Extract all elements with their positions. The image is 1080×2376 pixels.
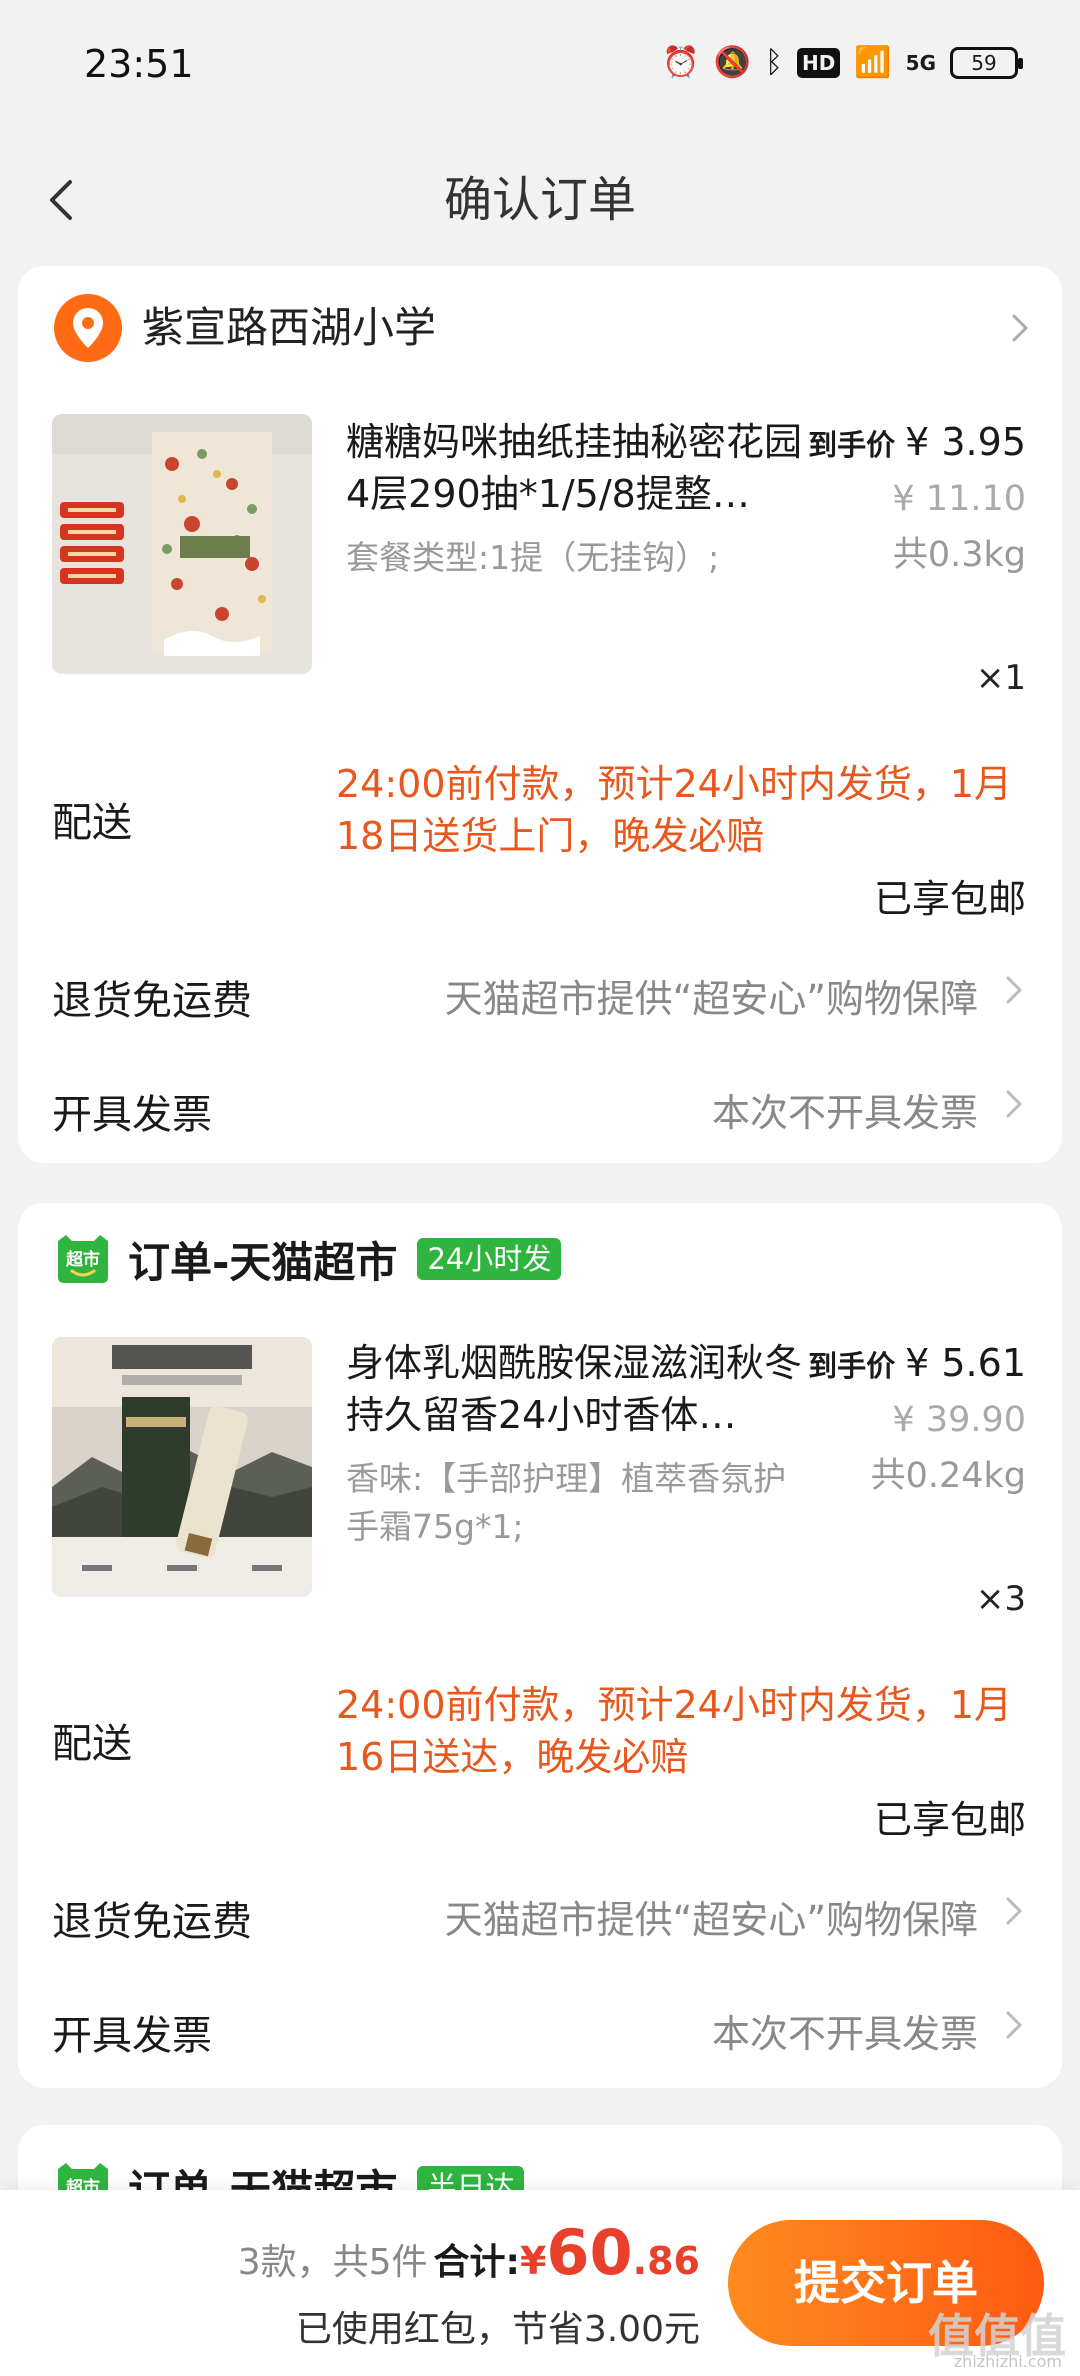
chevron-right-icon[interactable] bbox=[996, 972, 1032, 1008]
chevron-left-icon bbox=[50, 180, 72, 220]
status-icons: ⏰ 🔕 ᛒ HD 📶 5G 59 bbox=[662, 40, 1023, 86]
product-title[interactable]: 身体乳烟酰胺保湿滋润秋冬持久留香24小时香体… bbox=[346, 1337, 806, 1441]
final-price: ¥ 3.95 bbox=[905, 420, 1026, 464]
supermarket-icon-text: 超市 bbox=[66, 1249, 100, 1270]
checkout-bar: 3款，共5件 合计: ¥ 60 .86 已使用红包，节省3.00元 提交订单 bbox=[0, 2190, 1080, 2376]
discount-note: 已使用红包，节省3.00元 bbox=[295, 2309, 700, 2350]
watermark-url: zhizhizhi.com bbox=[953, 2352, 1062, 2371]
chevron-right-icon bbox=[1012, 314, 1028, 342]
price-line: 到手价 ¥ 3.95 bbox=[766, 416, 1026, 471]
price-line: 到手价 ¥ 5.61 bbox=[766, 1337, 1026, 1392]
return-label[interactable]: 退货免运费 bbox=[52, 968, 252, 1026]
wifi-icon: 📶 bbox=[854, 45, 892, 80]
free-shipping: 已享包邮 bbox=[873, 877, 1026, 921]
return-label[interactable]: 退货免运费 bbox=[52, 1889, 252, 1947]
free-shipping: 已享包邮 bbox=[873, 1798, 1026, 1842]
price-label: 到手价 bbox=[808, 1349, 896, 1383]
total-label: 合计: bbox=[433, 2242, 520, 2283]
product-image[interactable] bbox=[52, 1337, 312, 1597]
address-row[interactable]: 紫宣路西湖小学 bbox=[18, 266, 1062, 390]
battery-icon: 59 bbox=[950, 47, 1023, 79]
invoice-value[interactable]: 本次不开具发票 bbox=[712, 1082, 978, 1137]
location-pin-icon bbox=[54, 294, 122, 362]
delivery-label: 配送 bbox=[52, 1721, 132, 1767]
chevron-right-icon[interactable] bbox=[996, 1893, 1032, 1929]
invoice-label[interactable]: 开具发票 bbox=[52, 2003, 212, 2061]
invoice-label[interactable]: 开具发票 bbox=[52, 1082, 212, 1140]
delivery-note: 24:00前付款，预计24小时内发货，1月16日送达，晚发必赔 bbox=[336, 1683, 1013, 1779]
mute-icon: 🔕 bbox=[713, 45, 751, 80]
order-card: 超市 订单-天猫超市 24小时发 身体乳烟酰胺保湿滋润秋冬持久留香24小时香体…… bbox=[18, 1203, 1062, 2088]
alarm-icon: ⏰ bbox=[662, 45, 700, 80]
status-time: 23:51 bbox=[84, 42, 194, 86]
status-bar: 23:51 ⏰ 🔕 ᛒ HD 📶 5G 59 bbox=[0, 0, 1080, 130]
delivery-badge: 24小时发 bbox=[417, 1238, 562, 1280]
price-column: 到手价 ¥ 3.95 ¥ 11.10 共0.3kg bbox=[766, 416, 1026, 583]
product-spec[interactable]: 套餐类型:1提（无挂钩）; bbox=[346, 534, 816, 582]
quantity[interactable]: ×1 bbox=[976, 658, 1026, 698]
battery-level: 59 bbox=[971, 51, 997, 75]
final-price: ¥ 5.61 bbox=[905, 1341, 1026, 1385]
nav-bar: 确认订单 bbox=[0, 130, 1080, 270]
order-card: 糖糖妈咪抽纸挂抽秘密花园4层290抽*1/5/8提整… 套餐类型:1提（无挂钩）… bbox=[18, 388, 1062, 1163]
chevron-right-icon[interactable] bbox=[996, 1086, 1032, 1122]
original-price: ¥ 39.90 bbox=[892, 1400, 1026, 1440]
original-price: ¥ 11.10 bbox=[892, 479, 1026, 519]
product-title[interactable]: 糖糖妈咪抽纸挂抽秘密花园4层290抽*1/5/8提整… bbox=[346, 416, 806, 520]
return-value[interactable]: 天猫超市提供“超安心”购物保障 bbox=[445, 1889, 978, 1944]
order-group-header: 超市 订单-天猫超市 24小时发 bbox=[54, 1227, 562, 1291]
quantity[interactable]: ×3 bbox=[976, 1579, 1026, 1619]
price-label: 到手价 bbox=[808, 428, 896, 462]
network-label: 5G bbox=[905, 51, 936, 75]
delivery-label: 配送 bbox=[52, 800, 132, 846]
supermarket-icon: 超市 bbox=[58, 1235, 108, 1283]
item-count: 3款，共5件 bbox=[237, 2242, 428, 2283]
bluetooth-icon: ᛒ bbox=[764, 45, 783, 80]
back-button[interactable] bbox=[34, 170, 94, 230]
delivery-note: 24:00前付款，预计24小时内发货，1月18日送货上门，晚发必赔 bbox=[336, 762, 1013, 858]
hand-cream-image bbox=[52, 1337, 312, 1597]
tissue-box-image bbox=[52, 414, 312, 674]
total-decimal: .86 bbox=[632, 2239, 700, 2283]
price-column: 到手价 ¥ 5.61 ¥ 39.90 共0.24kg bbox=[766, 1337, 1026, 1504]
return-value[interactable]: 天猫超市提供“超安心”购物保障 bbox=[445, 968, 978, 1023]
product-image[interactable] bbox=[52, 414, 312, 674]
order-group-title: 订单-天猫超市 bbox=[128, 1237, 398, 1287]
order-summary: 3款，共5件 合计: ¥ 60 .86 bbox=[238, 2216, 700, 2289]
invoice-value[interactable]: 本次不开具发票 bbox=[712, 2003, 978, 2058]
page-title: 确认订单 bbox=[443, 172, 636, 228]
currency-symbol: ¥ bbox=[519, 2239, 547, 2283]
chevron-right-icon[interactable] bbox=[996, 2007, 1032, 2043]
total-integer: 60 bbox=[546, 2216, 633, 2289]
weight: 共0.3kg bbox=[892, 535, 1026, 575]
product-spec[interactable]: 香味:【手部护理】植萃香氛护手霜75g*1; bbox=[346, 1455, 816, 1551]
weight: 共0.24kg bbox=[870, 1456, 1026, 1496]
hd-icon: HD bbox=[796, 48, 841, 78]
address-text: 紫宣路西湖小学 bbox=[142, 303, 437, 352]
